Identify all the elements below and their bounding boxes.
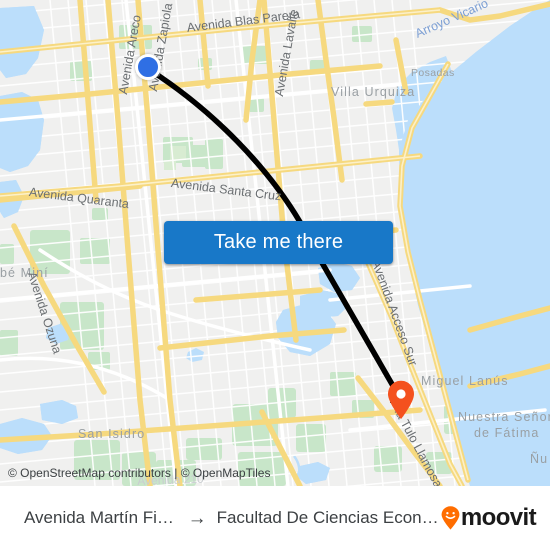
- origin-dot-marker[interactable]: [135, 54, 161, 80]
- take-me-there-button[interactable]: Take me there: [164, 221, 393, 264]
- route-summary: Avenida Martín Fie... → Facultad De Cien…: [24, 508, 441, 528]
- map-attribution[interactable]: © OpenStreetMap contributors | © OpenMap…: [8, 466, 270, 480]
- destination-pin-marker[interactable]: [386, 380, 416, 420]
- moovit-logo[interactable]: moovit: [441, 504, 537, 531]
- take-me-there-label: Take me there: [213, 231, 344, 253]
- map-canvas[interactable]: Avenida Blas Parera Arroyo Vicario Posadas…: [0, 0, 550, 486]
- route-destination-label: Facultad De Ciencias Econó...: [216, 508, 441, 527]
- arrow-right-icon: →: [187, 507, 207, 529]
- footer-bar: Avenida Martín Fie... → Facultad De Cien…: [0, 486, 550, 550]
- route-origin-label: Avenida Martín Fie...: [24, 508, 178, 527]
- moovit-route-screen: Avenida Blas Parera Arroyo Vicario Posadas…: [0, 0, 550, 550]
- moovit-wordmark: moovit: [460, 504, 537, 531]
- moovit-pin-icon: [441, 506, 460, 530]
